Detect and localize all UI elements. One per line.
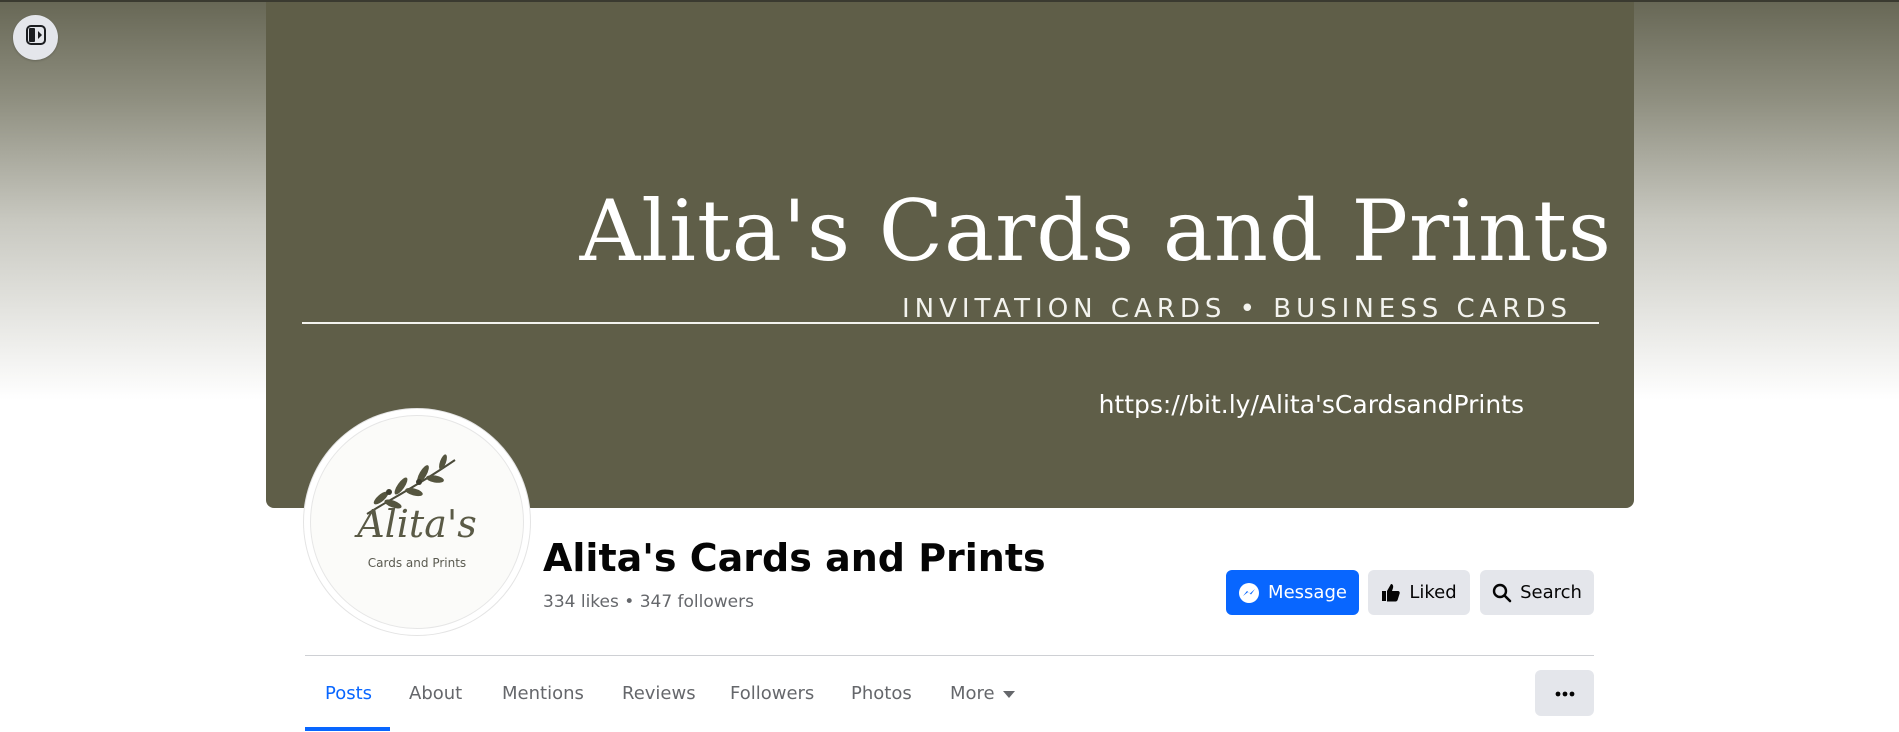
header-divider [305,655,1594,656]
facebook-page-header: Alita's Cards and Prints INVITATION CARD… [0,0,1899,732]
cover-subtitle: INVITATION CARDS • BUSINESS CARDS [901,294,1572,324]
profile-logo: Alita's Cards and Prints [310,415,524,629]
profile-picture[interactable]: Alita's Cards and Prints [308,413,526,631]
more-options-button[interactable] [1535,670,1594,716]
active-tab-indicator [305,727,390,731]
message-label: Message [1268,582,1347,603]
tab-followers[interactable]: Followers [730,672,814,732]
tab-more[interactable]: More [950,672,1015,732]
tab-more-label: More [950,683,995,704]
message-button[interactable]: Message [1226,570,1359,615]
liked-button[interactable]: Liked [1368,570,1470,615]
logo-script-text: Alita's [357,502,477,546]
search-button[interactable]: Search [1480,570,1594,615]
page-stats[interactable]: 334 likes • 347 followers [543,592,754,612]
logo-caption: Cards and Prints [367,556,467,570]
tab-photos[interactable]: Photos [851,672,912,732]
sidebar-toggle-button[interactable] [13,15,58,60]
search-icon [1492,583,1512,603]
tab-posts[interactable]: Posts [325,672,372,732]
cover-url: https://bit.ly/Alita'sCardsandPrints [1098,390,1524,419]
search-label: Search [1520,582,1582,603]
tab-reviews[interactable]: Reviews [622,672,696,732]
thumbs-up-icon [1381,583,1401,603]
cover-divider [302,322,1599,324]
messenger-icon [1238,582,1260,604]
tab-about[interactable]: About [409,672,462,732]
cover-title: Alita's Cards and Prints [579,182,1612,280]
liked-label: Liked [1409,582,1457,603]
chevron-down-icon [1002,690,1015,698]
page-title: Alita's Cards and Prints [543,536,1046,580]
more-options-icon [1555,684,1575,702]
tab-mentions[interactable]: Mentions [502,672,584,732]
sidebar-toggle-icon [25,24,47,51]
